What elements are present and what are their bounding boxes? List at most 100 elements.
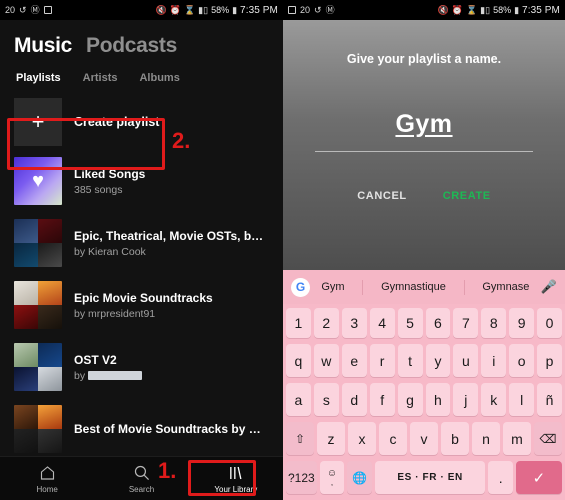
key-a[interactable]: a <box>285 383 311 416</box>
backspace-icon[interactable]: ⌫ <box>534 422 562 455</box>
at-icon: Ⓜ <box>30 4 40 15</box>
key-8[interactable]: 8 <box>481 308 507 338</box>
key-5[interactable]: 5 <box>397 308 423 338</box>
key-q[interactable]: q <box>285 344 311 377</box>
key-e[interactable]: e <box>341 344 367 377</box>
list-item[interactable]: ♥ Liked Songs 385 songs <box>0 150 283 212</box>
key-u[interactable]: u <box>453 344 479 377</box>
emoji-glyph: ☺ <box>326 467 338 479</box>
tab-podcasts[interactable]: Podcasts <box>86 34 177 58</box>
tab-artists[interactable]: Artists <box>83 72 118 84</box>
playlist-artwork-mosaic <box>14 281 62 329</box>
status-bar-left: 20 ↺ Ⓜ 🔇 ⏰ ⌛ ▮▯ 58% ▮ 7:35 PM <box>0 0 283 20</box>
key-y[interactable]: y <box>425 344 451 377</box>
key-enye[interactable]: ñ <box>537 383 563 416</box>
dialog-title: Give your playlist a name. <box>346 52 502 66</box>
at-icon: Ⓜ <box>325 4 335 15</box>
home-icon <box>39 464 56 482</box>
playlist-artwork-mosaic <box>14 343 62 391</box>
microphone-icon[interactable]: 🎤 <box>541 279 557 295</box>
library-sub-tabs: Playlists Artists Albums <box>0 58 283 84</box>
key-7[interactable]: 7 <box>453 308 479 338</box>
key-f[interactable]: f <box>369 383 395 416</box>
key-2[interactable]: 2 <box>313 308 339 338</box>
dual-screenshot: 20 ↺ Ⓜ 🔇 ⏰ ⌛ ▮▯ 58% ▮ 7:35 PM Music Podc… <box>0 0 565 500</box>
key-k[interactable]: k <box>481 383 507 416</box>
create-playlist-row[interactable]: + Create playlist <box>0 94 283 150</box>
space-key[interactable]: ES · FR · EN <box>374 461 486 494</box>
status-left-icons: 20 ↺ Ⓜ <box>5 4 156 15</box>
playlist-name-input[interactable]: Gym <box>315 110 533 139</box>
playlist-subtitle-text: by <box>74 369 86 382</box>
key-9[interactable]: 9 <box>509 308 535 338</box>
suggestion-divider <box>362 279 364 295</box>
tab-albums[interactable]: Albums <box>139 72 179 84</box>
key-0[interactable]: 0 <box>537 308 563 338</box>
playlist-title: OST V2 <box>74 352 117 367</box>
status-right-icons: 🔇 ⏰ ⌛ ▮▯ 58% ▮ 7:35 PM <box>156 5 278 16</box>
tab-music[interactable]: Music <box>14 34 72 58</box>
rotate-icon: ↺ <box>314 4 322 15</box>
key-b[interactable]: b <box>441 422 469 455</box>
create-playlist-dialog: Give your playlist a name. Gym CANCEL CR… <box>283 20 565 270</box>
playlist-subtitle: by <box>74 370 269 382</box>
battery-icon: ▮ <box>514 4 520 15</box>
clock-time: 7:35 PM <box>522 4 560 16</box>
tab-playlists[interactable]: Playlists <box>16 72 61 84</box>
key-6[interactable]: 6 <box>425 308 451 338</box>
key-m[interactable]: m <box>503 422 531 455</box>
period-key[interactable]: . <box>488 461 513 494</box>
nav-label-your-library: Your Library <box>214 484 258 494</box>
key-l[interactable]: l <box>509 383 535 416</box>
key-d[interactable]: d <box>341 383 367 416</box>
nav-item-home[interactable]: Home <box>0 464 94 494</box>
key-t[interactable]: t <box>397 344 423 377</box>
emoji-icon[interactable]: ☺ , <box>319 461 345 494</box>
list-item[interactable]: OST V2 by <box>0 336 283 398</box>
key-j[interactable]: j <box>453 383 479 416</box>
key-g[interactable]: g <box>397 383 423 416</box>
suggestion-2[interactable]: Gymnase <box>477 281 534 293</box>
playlist-subtitle: by Kieran Cook <box>74 245 146 258</box>
alarm-icon: ⏰ <box>169 4 181 15</box>
key-i[interactable]: i <box>481 344 507 377</box>
key-x[interactable]: x <box>348 422 376 455</box>
clock-time: 7:35 PM <box>240 4 278 16</box>
key-1[interactable]: 1 <box>285 308 311 338</box>
cancel-button[interactable]: CANCEL <box>357 190 406 202</box>
key-s[interactable]: s <box>313 383 339 416</box>
key-h[interactable]: h <box>425 383 451 416</box>
suggestion-0[interactable]: Gym <box>316 281 349 293</box>
globe-icon[interactable]: 🌐 <box>347 461 372 494</box>
list-item[interactable]: Epic Movie Soundtracks by mrpresident91 <box>0 274 283 336</box>
playlist-name-field-wrap[interactable]: Gym <box>315 110 533 152</box>
key-z[interactable]: z <box>317 422 345 455</box>
key-c[interactable]: c <box>379 422 407 455</box>
bottom-navigation-bar: Home Search Your Library <box>0 456 283 500</box>
key-v[interactable]: v <box>410 422 438 455</box>
suggestion-1[interactable]: Gymnastique <box>376 281 451 293</box>
create-button[interactable]: CREATE <box>443 190 491 202</box>
checkmark-icon[interactable]: ✓ <box>515 461 562 494</box>
suggestion-bar: G Gym Gymnastique Gymnase 🎤 <box>283 270 565 304</box>
list-item[interactable]: Epic, Theatrical, Movie OSTs, b… by Kier… <box>0 212 283 274</box>
status-bar-right: 20 ↺ Ⓜ 🔇 ⏰ ⌛ ▮▯ 58% ▮ 7:35 PM <box>283 0 565 20</box>
symbols-key[interactable]: ?123 <box>286 461 317 494</box>
key-p[interactable]: p <box>537 344 563 377</box>
key-r[interactable]: r <box>369 344 395 377</box>
key-w[interactable]: w <box>313 344 339 377</box>
list-item[interactable]: Best of Movie Soundtracks by … <box>0 398 283 460</box>
playlist-title: Epic Movie Soundtracks <box>74 290 213 305</box>
key-3[interactable]: 3 <box>341 308 367 338</box>
shift-up-icon[interactable]: ⇧ <box>286 422 314 455</box>
google-g-icon[interactable]: G <box>291 277 310 297</box>
playlist-artwork-mosaic <box>14 405 62 453</box>
annotation-step-1: 1. <box>158 458 177 483</box>
key-4[interactable]: 4 <box>369 308 395 338</box>
key-o[interactable]: o <box>509 344 535 377</box>
nav-item-your-library[interactable]: Your Library <box>189 464 283 494</box>
key-n[interactable]: n <box>472 422 500 455</box>
create-playlist-label: Create playlist <box>74 115 160 129</box>
playlist-subtitle: by mrpresident91 <box>74 307 156 320</box>
hourglass-icon: ⌛ <box>465 4 478 15</box>
